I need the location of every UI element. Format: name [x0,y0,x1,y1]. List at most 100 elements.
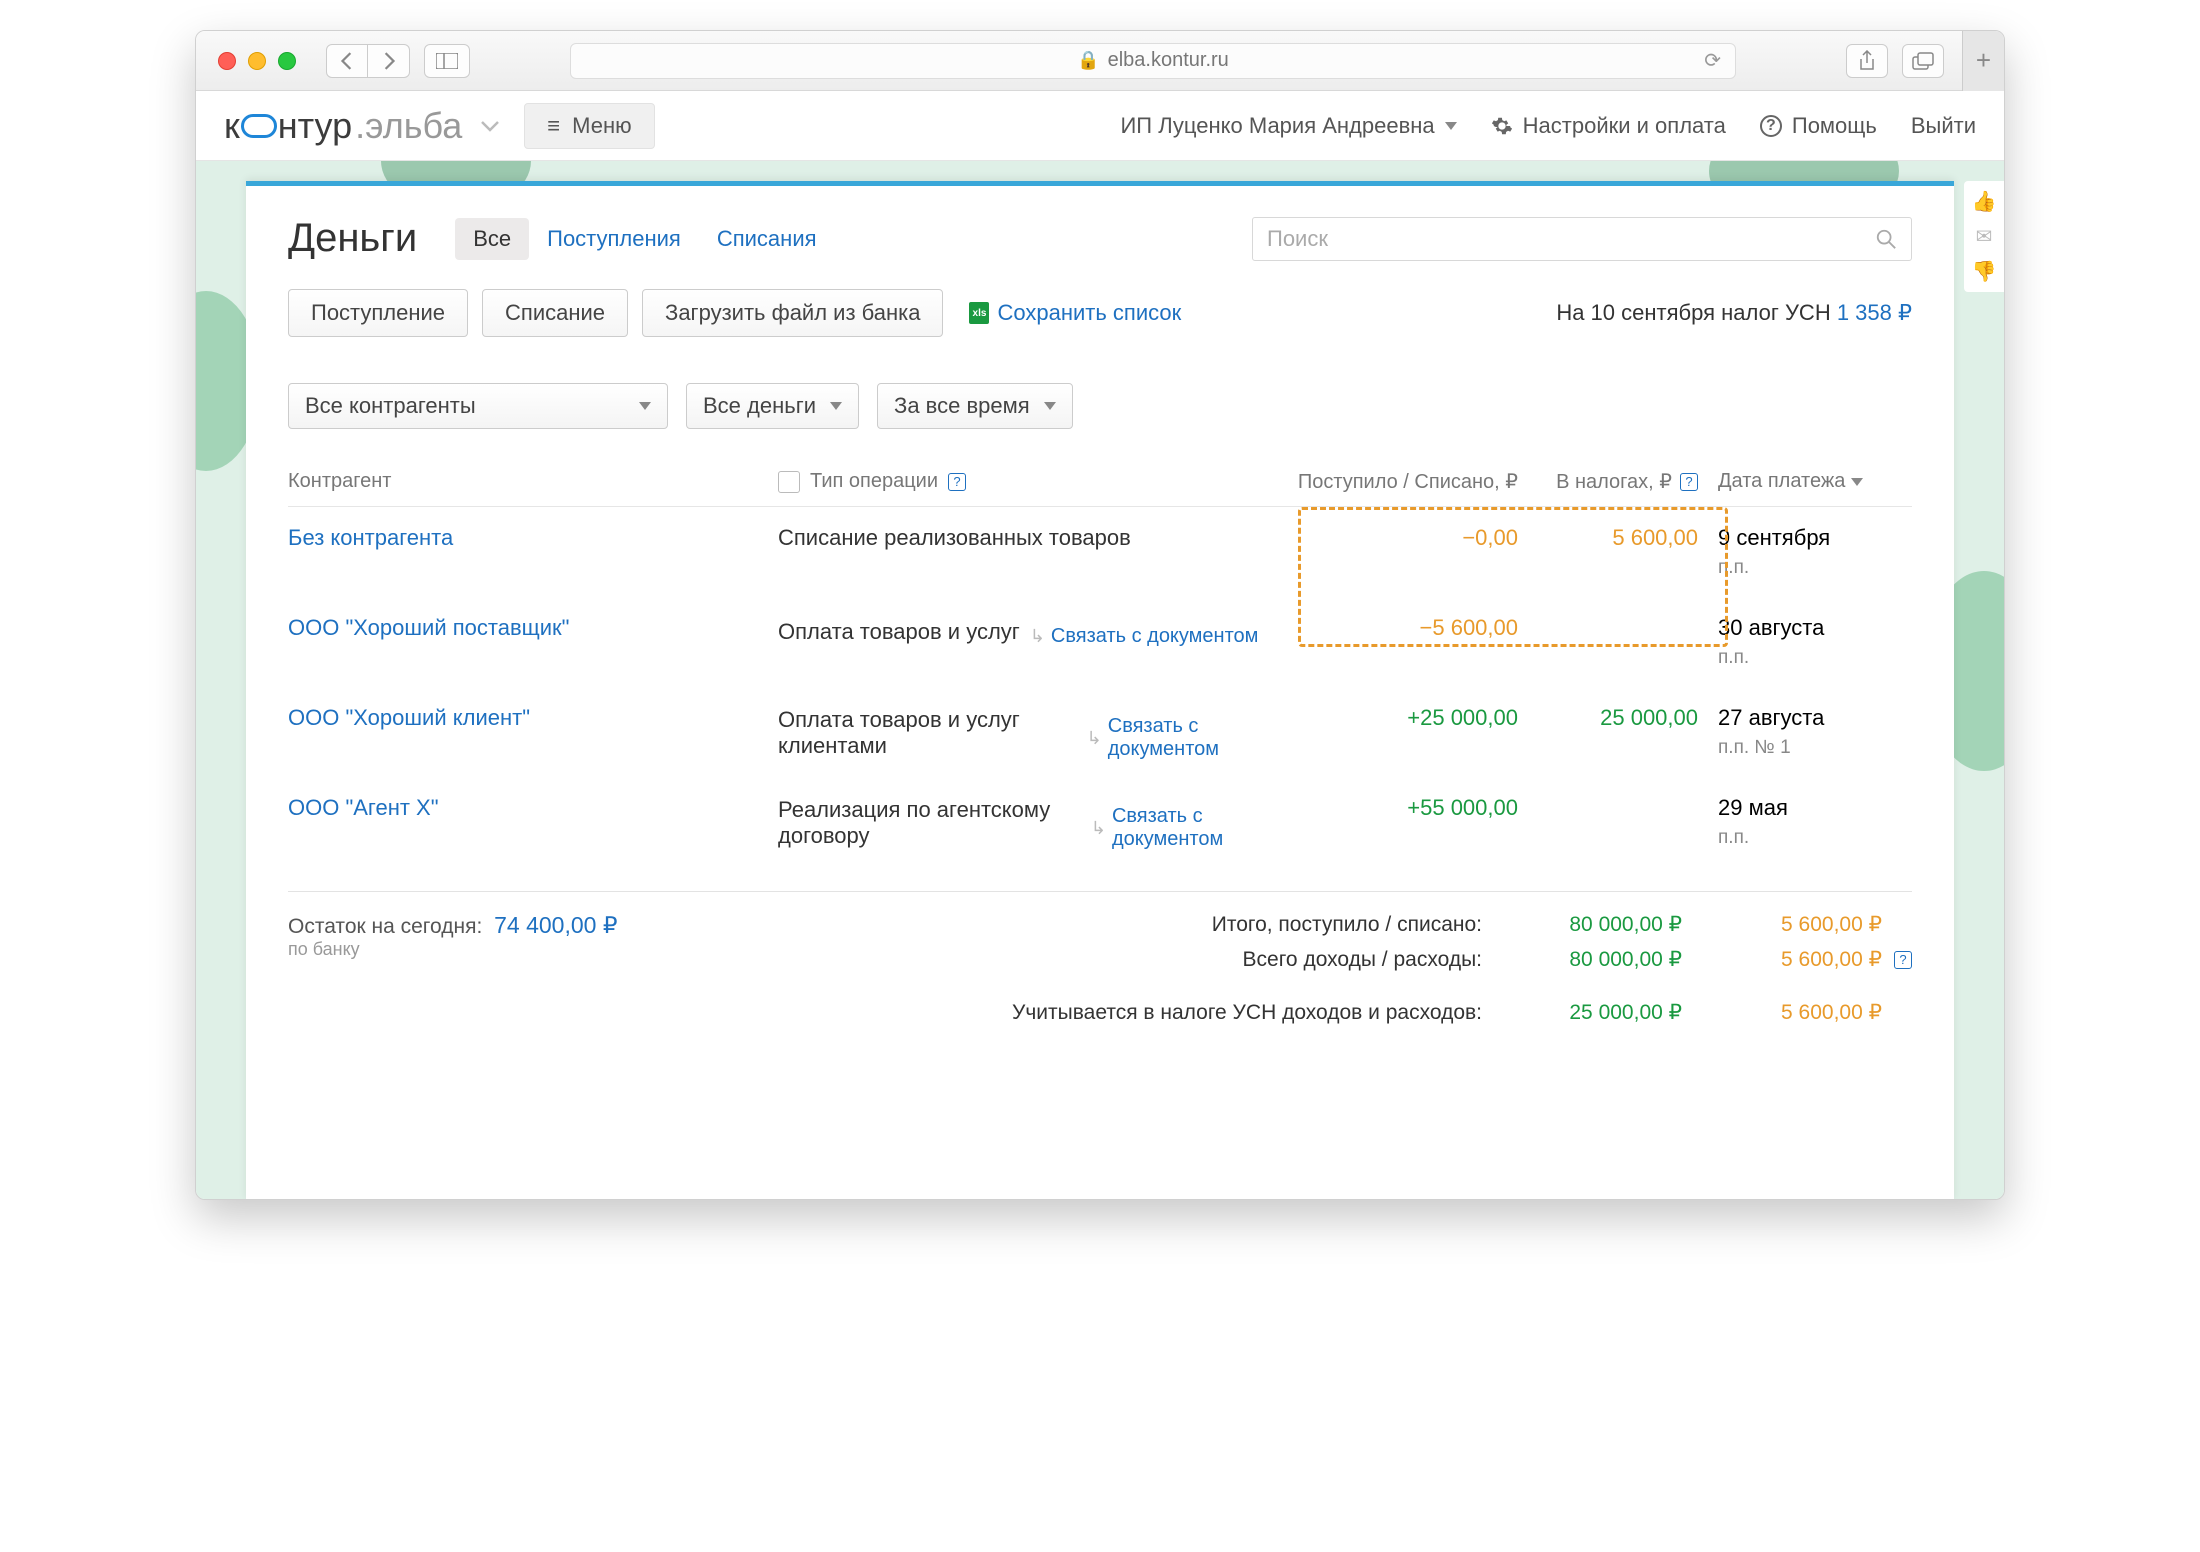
search-input[interactable] [1267,226,1875,252]
counterparty-link[interactable]: Без контрагента [288,525,453,550]
minimize-window-icon[interactable] [248,52,266,70]
save-list-link[interactable]: xls Сохранить список [969,300,1181,326]
link-arrow-icon: ↳ [1091,818,1106,839]
search-icon [1875,228,1897,250]
col-operation: Тип операции ? [778,470,1278,493]
topnav-right: ИП Луценко Мария Андреевна Настройки и о… [1120,113,1976,139]
reload-icon[interactable]: ⟳ [1704,48,1721,73]
transactions-table: Контрагент Тип операции ? Поступило / Сп… [288,457,1912,867]
income-button[interactable]: Поступление [288,289,468,337]
counterparty-link[interactable]: ООО "Хороший клиент" [288,705,530,730]
menu-button[interactable]: ≡ Меню [524,103,654,149]
settings-link[interactable]: Настройки и оплата [1491,113,1726,139]
summary-income: 25 000,00 ₽ [1482,1000,1682,1025]
date-sub: п.п. [1718,827,1908,849]
header-row: Деньги Все Поступления Списания [288,216,1912,261]
link-arrow-icon: ↳ [1030,626,1045,647]
col-amount[interactable]: Поступило / Списано, ₽ [1278,469,1538,494]
close-window-icon[interactable] [218,52,236,70]
mail-icon[interactable]: ✉ [1976,224,1993,249]
summary-row: Всего доходы / расходы: 80 000,00 ₽ 5 60… [1012,947,1912,972]
share-button[interactable] [1846,44,1888,78]
balance-block: Остаток на сегодня: 74 400,00 ₽ по банку [288,912,617,1035]
actions-row: Поступление Списание Загрузить файл из б… [288,289,1912,337]
nav-buttons [326,44,410,78]
address-bar[interactable]: 🔒 elba.kontur.ru ⟳ [570,43,1736,79]
date-value: 29 мая [1718,795,1908,821]
product-switcher[interactable] [468,120,512,132]
col-agent[interactable]: Контрагент [288,470,778,493]
browser-window: 🔒 elba.kontur.ru ⟳ + к нтур .эльба ≡ Мен… [195,30,2005,1200]
link-document[interactable]: ↳Связать с документом [1087,715,1278,761]
tax-value: 5 600,00 [1538,525,1718,551]
lock-icon: 🔒 [1077,50,1099,71]
tax-note: На 10 сентября налог УСН 1 358 ₽ [1556,300,1912,326]
filter-money[interactable]: Все деньги [686,383,859,429]
maximize-window-icon[interactable] [278,52,296,70]
table-row[interactable]: ООО "Агент Х" Реализация по агентскому д… [288,777,1912,867]
balance-amount[interactable]: 74 400,00 ₽ [494,912,617,938]
date-value: 9 сентября [1718,525,1908,551]
user-switcher[interactable]: ИП Луценко Мария Андреевна [1120,113,1456,139]
new-tab-button[interactable]: + [1962,31,2004,91]
date-value: 27 августа [1718,705,1908,731]
table-row[interactable]: ООО "Хороший клиент" Оплата товаров и ус… [288,687,1912,777]
tabs-button[interactable] [1902,44,1944,78]
summary-label: Итого, поступило / списано: [1212,913,1482,937]
summary-income: 80 000,00 ₽ [1482,947,1682,972]
forward-button[interactable] [368,44,410,78]
operation-text: Реализация по агентскому договору [778,797,1081,849]
date-sub: п.п. № 1 [1718,737,1908,759]
hamburger-icon: ≡ [547,113,560,139]
url-text: elba.kontur.ru [1108,49,1229,72]
summary-section: Остаток на сегодня: 74 400,00 ₽ по банку… [288,912,1912,1035]
tab-expense[interactable]: Списания [699,218,835,260]
back-button[interactable] [326,44,368,78]
view-tabs: Все Поступления Списания [455,218,834,260]
tab-income[interactable]: Поступления [529,218,699,260]
logout-link[interactable]: Выйти [1911,113,1976,139]
window-controls [218,52,296,70]
counterparty-link[interactable]: ООО "Агент Х" [288,795,439,820]
summary-expense: 5 600,00 ₽ [1682,912,1882,937]
app-topnav: к нтур .эльба ≡ Меню ИП Луценко Мария Ан… [196,91,2004,161]
divider [288,891,1912,892]
select-all-checkbox[interactable] [778,471,800,493]
expense-button[interactable]: Списание [482,289,628,337]
caret-down-icon [1851,478,1863,486]
counterparty-link[interactable]: ООО "Хороший поставщик" [288,615,569,640]
tax-amount-link[interactable]: 1 358 ₽ [1837,300,1912,325]
table-row[interactable]: ООО "Хороший поставщик" Оплата товаров и… [288,597,1912,687]
link-document[interactable]: ↳Связать с документом [1091,805,1278,851]
summary-row: Итого, поступило / списано: 80 000,00 ₽ … [1012,912,1912,937]
body-wrap: 👍 ✉ 👎 Деньги Все Поступления Списания [196,161,2004,1200]
search-box[interactable] [1252,217,1912,261]
xls-icon: xls [969,302,989,324]
upload-button[interactable]: Загрузить файл из банка [642,289,943,337]
link-arrow-icon: ↳ [1087,728,1102,749]
help-icon[interactable]: ? [1680,473,1698,491]
logo[interactable]: к нтур .эльба [224,105,462,147]
operation-text: Оплата товаров и услуг [778,619,1020,645]
gear-icon [1491,115,1513,137]
filter-period[interactable]: За все время [877,383,1073,429]
link-document[interactable]: ↳Связать с документом [1030,625,1259,648]
tab-all[interactable]: Все [455,218,529,260]
filter-counterparty[interactable]: Все контрагенты [288,383,668,429]
caret-down-icon [1445,122,1457,130]
thumbs-down-icon[interactable]: 👎 [1972,259,1997,284]
table-header: Контрагент Тип операции ? Поступило / Сп… [288,457,1912,507]
thumbs-up-icon[interactable]: 👍 [1972,189,1997,214]
help-icon[interactable]: ? [1894,951,1912,969]
sidebar-toggle[interactable] [424,44,470,78]
page-content: к нтур .эльба ≡ Меню ИП Луценко Мария Ан… [196,91,2004,1200]
help-icon[interactable]: ? [948,473,966,491]
amount-value: +55 000,00 [1278,795,1538,821]
col-date[interactable]: Дата платежа [1718,470,1908,493]
tax-value: 25 000,00 [1538,705,1718,731]
filters-row: Все контрагенты Все деньги За все время [288,383,1912,429]
help-link[interactable]: ? Помощь [1760,113,1877,139]
operation-text: Оплата товаров и услуг клиентами [778,707,1077,759]
operation-text: Списание реализованных товаров [778,525,1131,551]
table-row[interactable]: Без контрагента Списание реализованных т… [288,507,1912,597]
